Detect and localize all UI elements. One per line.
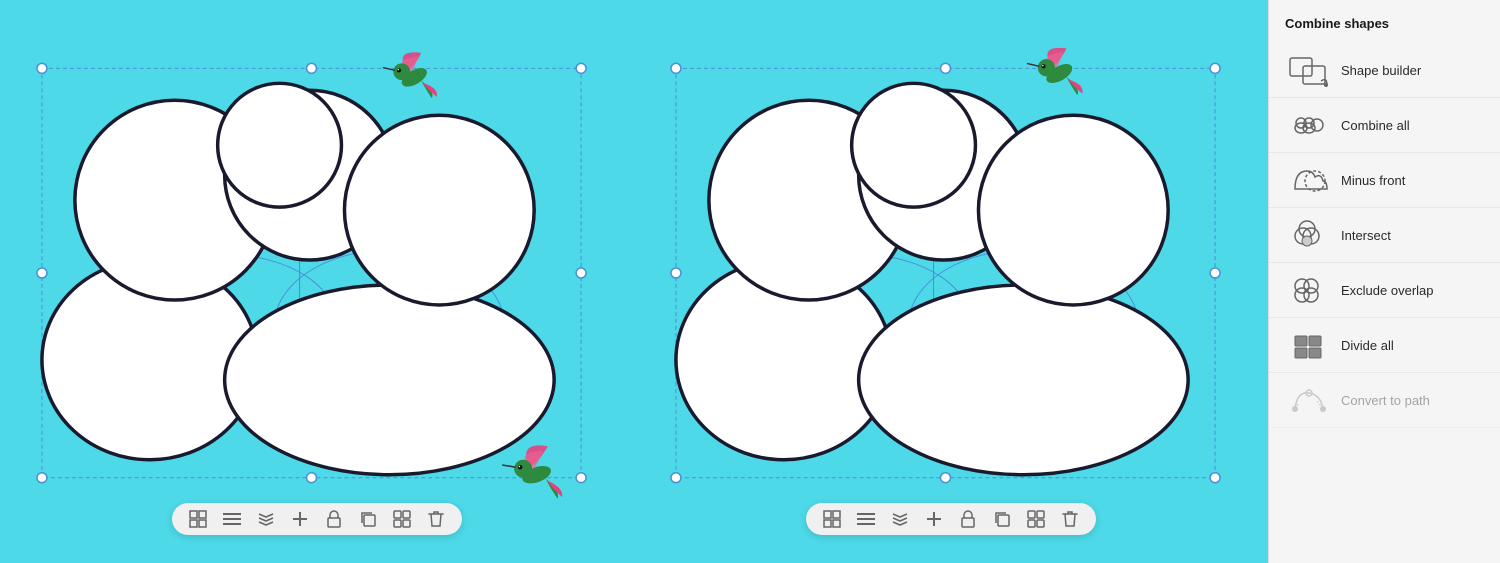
intersect-label: Intersect bbox=[1341, 228, 1391, 243]
right-canvas-panel bbox=[634, 0, 1268, 563]
combine-shapes-sidebar: Combine shapes Shape builder Combine bbox=[1268, 0, 1500, 563]
add-icon[interactable] bbox=[290, 509, 310, 529]
exclude-overlap-icon bbox=[1285, 269, 1333, 311]
sidebar-item-shape-builder[interactable]: Shape builder bbox=[1269, 43, 1500, 98]
shape-builder-label: Shape builder bbox=[1341, 63, 1421, 78]
lock-icon[interactable] bbox=[324, 509, 344, 529]
combine-all-label: Combine all bbox=[1341, 118, 1410, 133]
exclude-overlap-label: Exclude overlap bbox=[1341, 283, 1434, 298]
duplicate-icon-right[interactable] bbox=[992, 509, 1012, 529]
grid-icon-right[interactable] bbox=[822, 509, 842, 529]
left-toolbar bbox=[172, 503, 462, 535]
divide-all-label: Divide all bbox=[1341, 338, 1394, 353]
minus-front-icon bbox=[1285, 159, 1333, 201]
sidebar-item-minus-front[interactable]: Minus front bbox=[1269, 153, 1500, 208]
sidebar-item-combine-all[interactable]: Combine all bbox=[1269, 98, 1500, 153]
menu-icon[interactable] bbox=[222, 509, 242, 529]
convert-to-path-label: Convert to path bbox=[1341, 393, 1430, 408]
group-icon-right[interactable] bbox=[1026, 509, 1046, 529]
intersect-icon bbox=[1285, 214, 1333, 256]
divide-all-icon bbox=[1285, 324, 1333, 366]
canvas-area bbox=[0, 0, 1268, 563]
left-canvas-panel bbox=[0, 0, 634, 563]
lock-icon-right[interactable] bbox=[958, 509, 978, 529]
delete-icon[interactable] bbox=[426, 509, 446, 529]
group-icon[interactable] bbox=[392, 509, 412, 529]
add-icon-right[interactable] bbox=[924, 509, 944, 529]
menu-icon-right[interactable] bbox=[856, 509, 876, 529]
sidebar-item-convert-to-path[interactable]: Convert to path bbox=[1269, 373, 1500, 428]
convert-to-path-icon bbox=[1285, 379, 1333, 421]
sidebar-item-intersect[interactable]: Intersect bbox=[1269, 208, 1500, 263]
right-canvas-svg bbox=[634, 0, 1268, 563]
grid-icon[interactable] bbox=[188, 509, 208, 529]
layers-icon-right[interactable] bbox=[890, 509, 910, 529]
sidebar-item-exclude-overlap[interactable]: Exclude overlap bbox=[1269, 263, 1500, 318]
sidebar-title: Combine shapes bbox=[1269, 8, 1500, 43]
combine-all-icon bbox=[1285, 104, 1333, 146]
right-toolbar bbox=[806, 503, 1096, 535]
left-canvas-svg bbox=[0, 0, 634, 563]
layers-icon[interactable] bbox=[256, 509, 276, 529]
shape-builder-icon bbox=[1285, 49, 1333, 91]
sidebar-item-divide-all[interactable]: Divide all bbox=[1269, 318, 1500, 373]
delete-icon-right[interactable] bbox=[1060, 509, 1080, 529]
duplicate-icon[interactable] bbox=[358, 509, 378, 529]
minus-front-label: Minus front bbox=[1341, 173, 1405, 188]
